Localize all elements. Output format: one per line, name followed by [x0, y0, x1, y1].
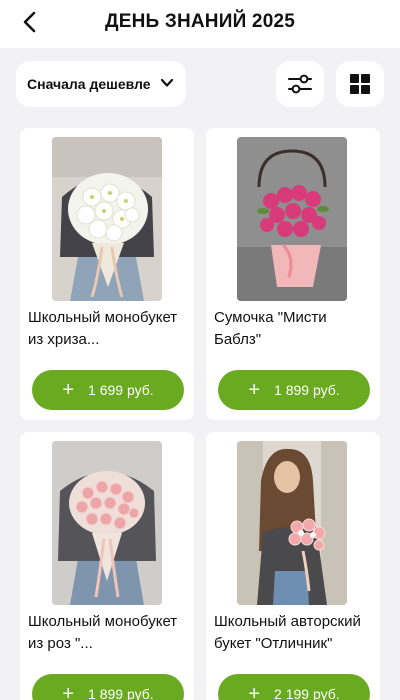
product-name[interactable]: Сумочка "Мисти Баблз" [214, 307, 374, 351]
grid-view-button[interactable] [336, 61, 384, 107]
rose-bouquet-image [52, 441, 162, 605]
add-to-cart-button[interactable]: + 1 899 руб. [218, 370, 370, 410]
product-price: 1 699 руб. [88, 382, 154, 398]
plus-icon: + [248, 379, 261, 401]
sort-label: Сначала дешевле [27, 76, 151, 92]
grid-view-icon [350, 74, 370, 94]
add-to-cart-button[interactable]: + 1 899 руб. [32, 674, 184, 700]
chrysanthemum-bouquet-image [52, 137, 162, 301]
product-name[interactable]: Школьный монобукет из хриза... [28, 307, 188, 351]
product-photo[interactable] [237, 441, 347, 605]
filter-button[interactable] [276, 61, 324, 107]
product-card[interactable]: Школьный монобукет из роз "... + 1 899 р… [20, 432, 194, 700]
product-photo[interactable] [52, 441, 162, 605]
page-title: ДЕНЬ ЗНАНИЙ 2025 [105, 11, 295, 32]
flower-handbag-image [237, 137, 347, 301]
chevron-left-icon [23, 11, 36, 33]
plus-icon: + [62, 683, 75, 700]
catalog-toolbar: Сначала дешевле [0, 48, 400, 120]
product-card[interactable]: Сумочка "Мисти Баблз" + 1 899 руб. [206, 128, 380, 420]
sort-dropdown[interactable]: Сначала дешевле [16, 61, 186, 107]
chevron-down-icon [160, 78, 174, 87]
product-price: 1 899 руб. [274, 382, 340, 398]
sliders-icon [288, 74, 312, 94]
plus-icon: + [248, 683, 261, 700]
product-price: 1 899 руб. [88, 686, 154, 700]
top-app-bar: ДЕНЬ ЗНАНИЙ 2025 [0, 0, 400, 48]
product-card[interactable]: Школьный монобукет из хриза... + 1 699 р… [20, 128, 194, 420]
back-button[interactable] [16, 8, 44, 36]
product-name[interactable]: Школьный монобукет из роз "... [28, 611, 188, 655]
add-to-cart-button[interactable]: + 1 699 руб. [32, 370, 184, 410]
plus-icon: + [62, 379, 75, 401]
product-price: 2 199 руб. [274, 686, 340, 700]
girl-with-bouquet-image [237, 441, 347, 605]
product-name[interactable]: Школьный авторский букет "Отличник" [214, 611, 374, 655]
product-photo[interactable] [52, 137, 162, 301]
product-photo[interactable] [237, 137, 347, 301]
add-to-cart-button[interactable]: + 2 199 руб. [218, 674, 370, 700]
product-card[interactable]: Школьный авторский букет "Отличник" + 2 … [206, 432, 380, 700]
